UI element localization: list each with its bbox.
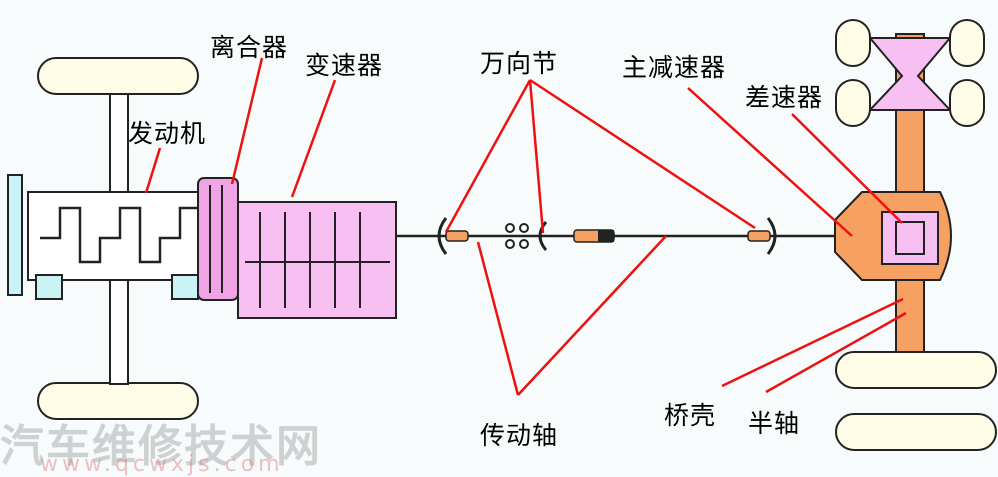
rear-wheel-4 (949, 79, 985, 127)
upper-diff-gear (867, 37, 953, 111)
label-half-shaft: 半轴 (748, 409, 801, 438)
flywheel-plate (7, 174, 23, 296)
front-left-wheel (37, 57, 199, 95)
engine-body (7, 174, 199, 300)
label-axle-housing: 桥壳 (664, 401, 717, 430)
label-final-drive: 主减速器 (622, 53, 727, 82)
label-drive-shaft: 传动轴 (480, 421, 559, 450)
rear-wheel-3 (835, 79, 871, 127)
rear-wheel-2 (949, 19, 985, 67)
label-engine: 发动机 (128, 119, 207, 148)
clutch-body (197, 177, 239, 301)
label-gearbox: 变速器 (305, 51, 384, 80)
rear-wheel-6 (835, 413, 997, 451)
engine-block (27, 191, 199, 281)
label-differential: 差速器 (745, 83, 824, 112)
gearbox-housing (237, 201, 397, 319)
gearbox-body (237, 201, 397, 319)
engine-mount-right (171, 274, 199, 300)
rear-wheel-5 (835, 351, 997, 389)
label-ujoint: 万向节 (480, 49, 559, 78)
rear-wheel-1 (835, 19, 871, 67)
differential-box (881, 211, 939, 265)
engine-mount-left (35, 274, 63, 300)
clutch-housing (197, 177, 239, 301)
watermark-url: www.qcwxjs.com (40, 452, 284, 477)
label-clutch: 离合器 (210, 33, 289, 62)
